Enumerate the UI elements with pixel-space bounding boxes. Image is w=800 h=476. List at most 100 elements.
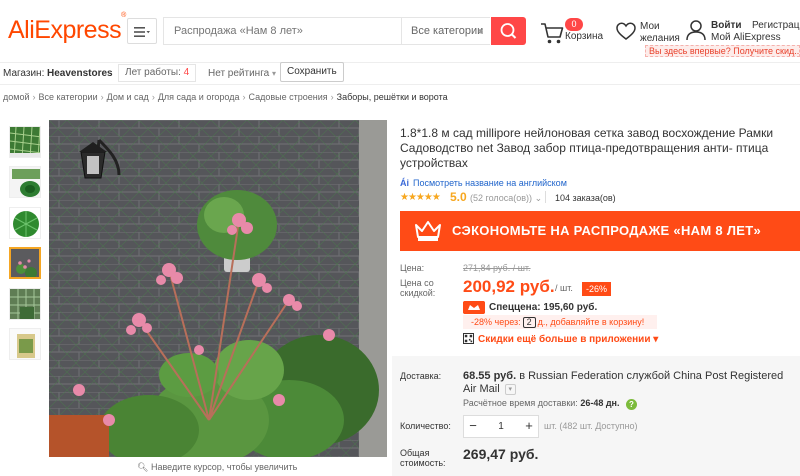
promo-text-start: -28% через: [471,317,521,327]
register-link[interactable]: Регистрация [752,20,800,31]
thumbnail-image [10,289,40,319]
thumbnail-green-net-closeup[interactable] [9,126,41,158]
store-rating-label: Нет рейтинга [208,68,270,79]
thumbnail-image [10,208,40,238]
breadcrumb-current: Заборы, решётки и ворота [336,92,448,102]
breadcrumb: домой › Все категории › Дом и сад › Для сада и… [3,92,448,102]
login-link[interactable]: Войти [711,20,742,31]
zoom-hint-text: Наведите курсор, чтобы увеличить [150,462,298,472]
hamburger-icon [134,27,150,38]
discount-price-label: Цена со скидкой: [400,278,435,298]
votes-link[interactable]: (52 голоса(ов)) ⌄ [470,193,542,204]
thumbnail-net-with-begonias[interactable] [9,247,41,279]
store-years-label: Лет работы: [125,67,181,78]
thumbnail-image [10,167,40,197]
magnifier-icon: 🔍︎ [137,462,149,472]
category-menu-button[interactable] [127,18,157,44]
delivery-days: 26-48 дн. [580,398,620,408]
shipping-info[interactable]: 68.55 руб. в Russian Federation службой … [463,370,793,396]
cart-icon [541,23,564,44]
heart-icon[interactable] [615,21,637,41]
thumbnail-packaged-net[interactable] [9,328,41,360]
rating-score: 5.0 [450,190,467,204]
qr-code-icon [463,333,474,344]
app-deal-text: Скидки ещё больше в приложении [478,334,651,345]
breadcrumb-item[interactable]: Дом и сад [107,92,149,102]
cart-label[interactable]: Корзина [565,31,603,42]
breadcrumb-separator: › [242,92,246,102]
thumbnail-net-on-wall[interactable] [9,288,41,320]
my-aliexpress-link[interactable]: Мой AliExpress [711,32,781,43]
thumbnail-image [11,249,39,277]
special-price-icon [463,301,485,314]
logo-text: AliExpress [8,16,122,44]
promo-text-end: д., добавляйте в корзину! [537,317,645,327]
wishlist-label-line1: Мои [640,21,660,32]
promo-days: 2 [522,317,536,328]
breadcrumb-item[interactable]: Все категории [38,92,97,102]
chevron-down-icon: ⌄ [534,193,543,203]
current-price: 200,92 руб. [463,277,555,296]
breadcrumb-separator: › [330,92,334,102]
main-product-image[interactable] [49,120,387,457]
store-years-badge: Лет работы: 4 [118,64,197,82]
breadcrumb-separator: › [100,92,104,102]
chevron-down-icon[interactable]: ▾ [504,383,516,395]
breadcrumb-item[interactable]: Для сада и огорода [158,92,240,102]
delivery-estimate: Расчётное время доставки: 26-48 дн. [463,398,619,408]
votes-count: (52 голоса(ов)) [470,193,533,203]
special-price: Спеццена: 195,60 руб. [489,302,598,313]
shipping-label: Доставка: [400,371,442,381]
total-label-line2: стоимость: [400,458,446,468]
thumbnail-image [10,329,40,359]
store-label: Магазин: [3,68,45,79]
thumbnail-green-net-roll[interactable] [9,207,41,239]
translate-icon: Ái [400,178,409,188]
wishlist-link[interactable]: Мои желания [640,21,680,45]
thumbnail-rolled-net[interactable] [9,166,41,198]
search-input[interactable] [164,18,400,44]
quantity-input[interactable]: 1 [483,415,519,438]
registered-mark: ® [121,11,126,19]
aliexpress-logo[interactable]: AliExpress® [8,12,126,45]
quantity-increase-button[interactable]: + [519,415,539,438]
total-label-line1: Общая [400,448,430,458]
store-rating-dropdown[interactable]: Нет рейтинга ▾ [208,68,276,79]
zoom-hint: 🔍︎ Наведите курсор, чтобы увеличить [137,462,297,473]
discount-price-label-line2: скидкой: [400,288,436,298]
total-price: 269,47 руб. [463,446,539,462]
breadcrumb-separator: › [151,92,155,102]
first-time-discount-tip[interactable]: Вы здесь впервые? Получите скид... [645,45,800,57]
store-years-value: 4 [183,67,190,78]
breadcrumb-item[interactable]: Садовые строения [249,92,328,102]
rating-stars: ★★★★★ [400,192,441,203]
chevron-down-icon: ▾ [271,69,276,78]
search-button[interactable] [491,17,526,45]
quantity-available: шт. (482 шт. Доступно) [544,421,638,431]
category-select[interactable]: Все категории ▾ [401,18,491,44]
app-deal-link[interactable]: Скидки ещё больше в приложении ▾ [478,334,658,345]
product-photo [49,120,387,457]
user-icon[interactable] [685,18,707,42]
help-icon[interactable]: ? [626,399,637,410]
sale-banner[interactable]: СЭКОНОМЬТЕ НА РАСПРОДАЖЕ «НАМ 8 ЛЕТ» [400,211,800,251]
translate-link-text: Посмотреть название на английском [413,178,567,188]
divider [545,191,546,203]
discount-badge: -26% [582,282,612,296]
search-icon [500,23,517,39]
breadcrumb-item[interactable]: домой [3,92,29,102]
total-label: Общая стоимость: [400,448,446,468]
orders-count: 104 заказа(ов) [555,193,616,203]
breadcrumb-separator: › [32,92,36,102]
translate-title-link[interactable]: Ái Посмотреть название на английском [400,178,567,188]
save-store-button[interactable]: Сохранить [280,62,344,82]
chevron-down-icon: ▾ [653,334,659,345]
quantity-decrease-button[interactable]: − [463,415,483,438]
cart-count-badge: 0 [565,18,583,31]
discount-price-label-line1: Цена со [400,278,434,288]
store-name-link[interactable]: Heavenstores [47,68,113,79]
thumbnail-image [10,127,40,157]
shipping-price: 68.55 руб. [463,370,517,382]
wishlist-label-line2: желания [640,33,680,44]
price-label: Цена: [400,263,425,273]
